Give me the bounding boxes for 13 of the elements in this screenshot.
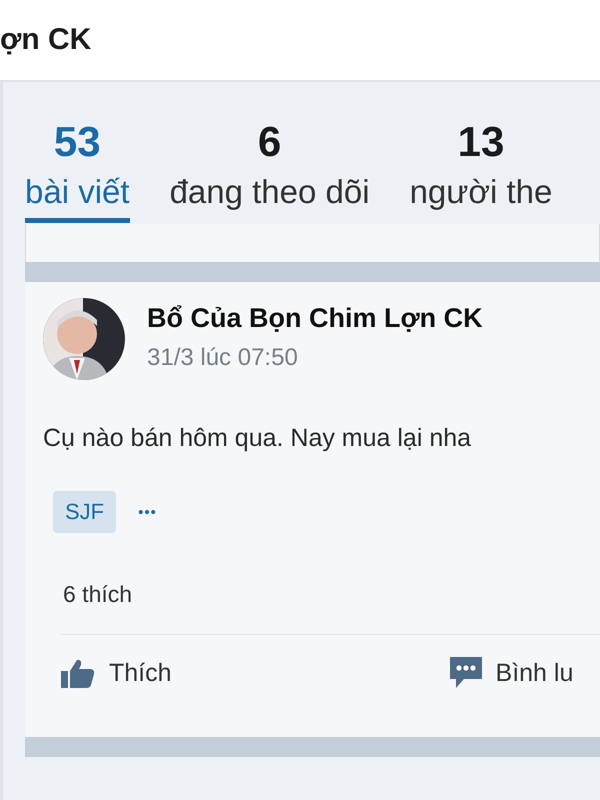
post-text: Cụ nào bán hôm qua. Nay mua lại nha [43,424,472,453]
profile-stat-tab[interactable]: 6 đang theo dõi [170,116,370,223]
more-tags-button[interactable]: ••• [138,504,157,520]
author-name[interactable]: Bổ Của Bọn Chim Lợn CK [147,300,483,336]
post-action-button[interactable]: Bình lu [450,657,574,689]
comment-icon [450,657,482,689]
profile-stat-tab[interactable]: 13 người the [410,116,552,223]
stock-tag[interactable]: SJF [53,491,116,533]
post-action-button[interactable]: Thích [61,657,172,689]
thumbs-up-icon [61,658,95,688]
like-count: 6 thích [63,581,134,608]
page-title: ợn CK [0,23,92,57]
post-time: 31/3 lúc 07:50 [147,343,299,373]
